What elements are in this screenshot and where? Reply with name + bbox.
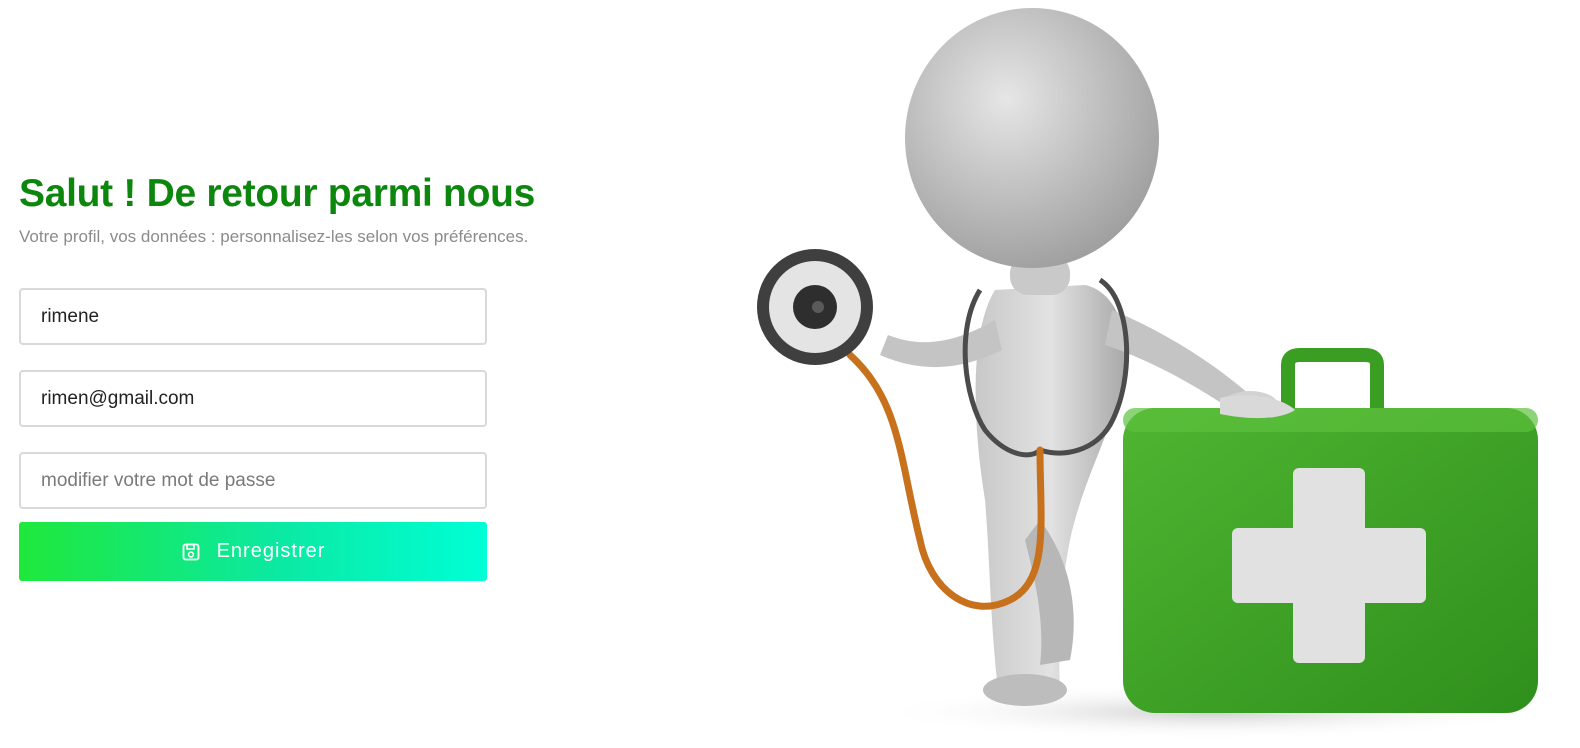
save-button[interactable]: Enregistrer: [19, 522, 487, 581]
email-input[interactable]: [19, 370, 487, 427]
username-input[interactable]: [19, 288, 487, 345]
page-title: Salut ! De retour parmi nous: [19, 172, 536, 215]
password-input[interactable]: [19, 452, 487, 509]
profile-page: Salut ! De retour parmi nous Votre profi…: [0, 0, 1580, 748]
save-button-label: Enregistrer: [216, 540, 326, 562]
doctor-figure-illustration: [757, 8, 1550, 740]
profile-form: Salut ! De retour parmi nous Votre profi…: [19, 170, 619, 581]
save-icon: [181, 542, 201, 562]
page-subtitle: Votre profil, vos données : personnalise…: [19, 227, 529, 246]
